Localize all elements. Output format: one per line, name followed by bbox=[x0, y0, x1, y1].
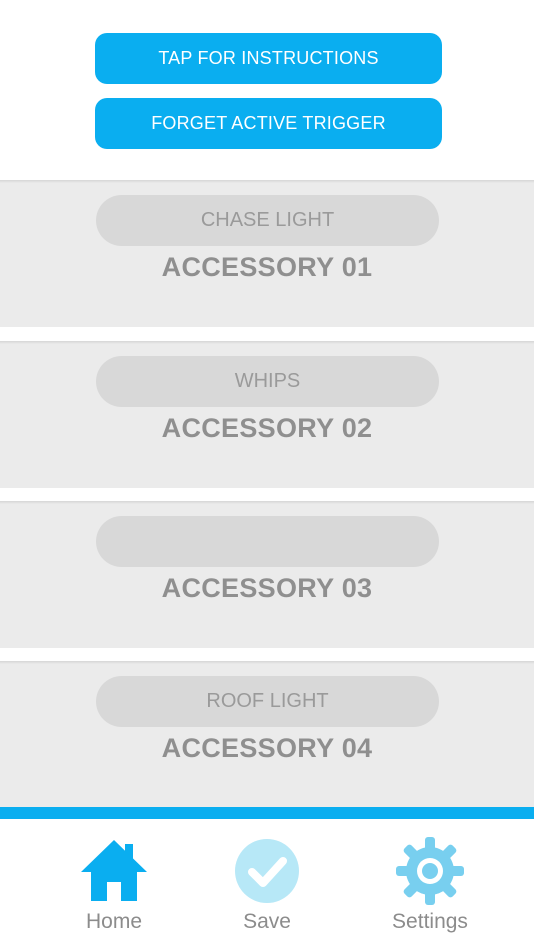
trigger-pill[interactable]: WHIPS bbox=[96, 356, 439, 407]
accessory-title: ACCESSORY 04 bbox=[161, 733, 373, 763]
tab-settings[interactable]: Settings bbox=[360, 837, 500, 947]
checkmark-circle-icon bbox=[235, 839, 299, 903]
tab-home[interactable]: Home bbox=[44, 837, 184, 947]
app-screen: TAP FOR INSTRUCTIONS FORGET ACTIVE TRIGG… bbox=[0, 0, 534, 950]
tabbar-top-strip bbox=[0, 807, 534, 819]
tab-save-label: Save bbox=[243, 910, 291, 933]
trigger-pill[interactable]: CHASE LIGHT bbox=[96, 195, 439, 246]
accessory-title: ACCESSORY 02 bbox=[161, 413, 373, 443]
tab-home-label: Home bbox=[85, 910, 143, 933]
accessory-title: ACCESSORY 03 bbox=[161, 573, 373, 603]
bottom-tabbar: Home Save Settings bbox=[0, 819, 534, 950]
home-icon bbox=[81, 840, 147, 901]
accessory-card-01: CHASE LIGHT ACCESSORY 01 bbox=[0, 180, 534, 327]
trigger-pill[interactable] bbox=[96, 516, 439, 567]
accessory-card-03: ACCESSORY 03 bbox=[0, 501, 534, 648]
accessory-card-04: ROOF LIGHT ACCESSORY 04 bbox=[0, 661, 534, 808]
forget-active-trigger-button[interactable]: FORGET ACTIVE TRIGGER bbox=[95, 98, 442, 149]
tab-save[interactable]: Save bbox=[197, 837, 337, 947]
gear-icon bbox=[396, 837, 464, 905]
trigger-pill[interactable]: ROOF LIGHT bbox=[96, 676, 439, 727]
tab-settings-label: Settings bbox=[392, 910, 468, 933]
accessory-title: ACCESSORY 01 bbox=[161, 252, 373, 282]
instructions-button[interactable]: TAP FOR INSTRUCTIONS bbox=[95, 33, 442, 84]
accessory-card-02: WHIPS ACCESSORY 02 bbox=[0, 341, 534, 488]
top-actions: TAP FOR INSTRUCTIONS FORGET ACTIVE TRIGG… bbox=[0, 0, 534, 180]
